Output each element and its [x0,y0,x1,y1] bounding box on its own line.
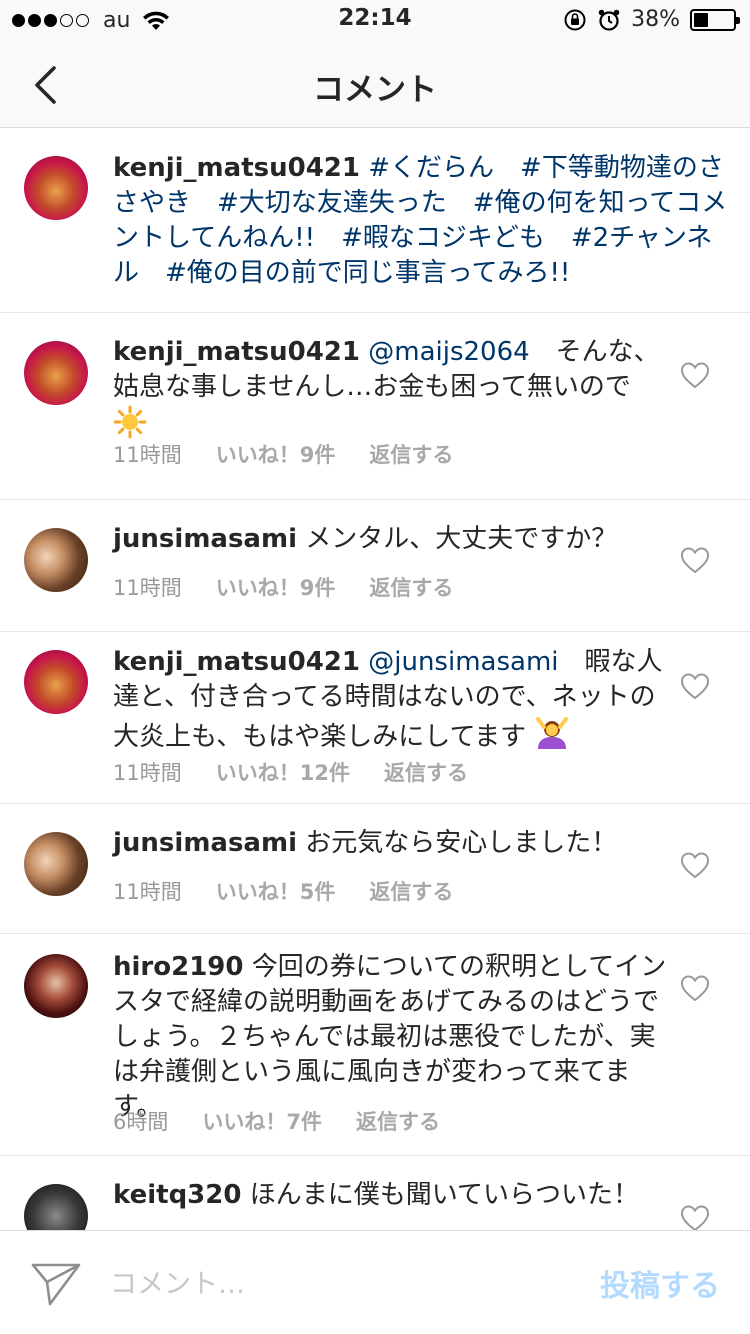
alarm-icon [598,9,620,31]
comment-mention[interactable]: @junsimasami [368,647,558,677]
comment-text: お元気なら安心しました！ [305,828,618,858]
heart-icon[interactable] [680,546,710,574]
battery-icon [690,8,740,31]
comment-username[interactable]: hiro2190 [113,952,243,982]
comment-meta: 11時間 いいね！9件 返信する [113,572,453,602]
avatar[interactable] [24,528,88,592]
battery-fill [694,12,708,27]
comment-time: 11時間 [113,880,182,904]
reply-button[interactable]: 返信する [369,439,453,469]
comment-body: kenji_matsu0421 @maijs2064 そんな、姑息な事しませんし… [113,335,673,443]
comment-text: ほんまに僕も聞いていらついた！ [249,1180,639,1210]
comment-body: junsimasami メンタル、大丈夫ですか？ [113,522,673,557]
comment-time: 11時間 [113,443,182,467]
caption-comment: kenji_matsu0421 #くだらん #下等動物達のささやき #大切な友達… [0,128,750,313]
comment-text: メンタル、大丈夫ですか？ [305,524,618,554]
avatar[interactable] [24,954,88,1018]
comment-body: kenji_matsu0421 @junsimasami 暇な人達と、付き合って… [113,645,673,755]
battery-tip [736,16,740,24]
heart-icon[interactable] [680,361,710,389]
comment-username[interactable]: keitq320 [113,1180,241,1210]
heart-icon[interactable] [680,1204,710,1230]
status-bar: au 22:14 38% [0,0,750,40]
battery-percent: 38% [631,7,680,32]
reply-button[interactable]: 返信する [384,757,468,787]
comment-meta: 6時間 いいね！7件 返信する [113,1106,440,1136]
comment-time: 6時間 [113,1110,169,1134]
comment-input-bar: 投稿する [0,1230,750,1334]
comment-username[interactable]: kenji_matsu0421 [113,647,360,677]
comment-item: junsimasami お元気なら安心しました！ 11時間 いいね！5件 返信す… [0,804,750,934]
nav-bar: コメント [0,40,750,128]
comment-likes[interactable]: いいね！12件 [216,757,350,787]
comment-input[interactable] [110,1259,570,1309]
status-bar-right: 38% [563,7,740,32]
woman-gesturing-ok-emoji [536,717,569,749]
heart-icon[interactable] [680,974,710,1002]
reply-button[interactable]: 返信する [369,572,453,602]
comment-likes[interactable]: いいね！5件 [216,876,336,906]
comment-body: kenji_matsu0421 #くだらん #下等動物達のささやき #大切な友達… [113,151,728,291]
heart-icon[interactable] [680,672,710,700]
comment-item: keitq320 ほんまに僕も聞いていらついた！ [0,1156,750,1230]
avatar[interactable] [24,650,88,714]
page-title: コメント [313,72,437,108]
avatar[interactable] [24,341,88,405]
post-button[interactable]: 投稿する [600,1261,720,1305]
comment-time: 11時間 [113,761,182,785]
comment-meta: 11時間 いいね！9件 返信する [113,439,453,469]
comment-list[interactable]: kenji_matsu0421 #くだらん #下等動物達のささやき #大切な友達… [0,128,750,1230]
comment-item: kenji_matsu0421 @junsimasami 暇な人達と、付き合って… [0,632,750,804]
comment-body: hiro2190 今回の券についての釈明としてインスタで経緯の説明動画をあげてみ… [113,950,673,1125]
heart-icon[interactable] [680,851,710,879]
comment-meta: 11時間 いいね！12件 返信する [113,757,468,787]
sun-emoji [113,405,147,439]
comment-meta: 11時間 いいね！5件 返信する [113,876,453,906]
avatar[interactable] [24,832,88,896]
reply-button[interactable]: 返信する [356,1106,440,1136]
avatar[interactable] [24,156,88,220]
comment-time: 11時間 [113,576,182,600]
comment-item: junsimasami メンタル、大丈夫ですか？ 11時間 いいね！9件 返信す… [0,500,750,632]
paper-plane-icon[interactable] [30,1261,82,1307]
comment-username[interactable]: junsimasami [113,828,297,858]
comment-body: junsimasami お元気なら安心しました！ [113,826,673,861]
comment-body: keitq320 ほんまに僕も聞いていらついた！ [113,1178,673,1213]
comment-likes[interactable]: いいね！7件 [202,1106,322,1136]
comment-item: kenji_matsu0421 @maijs2064 そんな、姑息な事しませんし… [0,313,750,500]
reply-button[interactable]: 返信する [369,876,453,906]
avatar[interactable] [24,1184,88,1230]
comment-username[interactable]: kenji_matsu0421 [113,337,360,367]
comment-likes[interactable]: いいね！9件 [216,572,336,602]
comment-username[interactable]: kenji_matsu0421 [113,153,360,183]
orientation-lock-icon [564,9,586,30]
comment-username[interactable]: junsimasami [113,524,297,554]
comment-item: hiro2190 今回の券についての釈明としてインスタで経緯の説明動画をあげてみ… [0,934,750,1156]
comment-likes[interactable]: いいね！9件 [216,439,336,469]
comment-mention[interactable]: @maijs2064 [368,337,529,367]
